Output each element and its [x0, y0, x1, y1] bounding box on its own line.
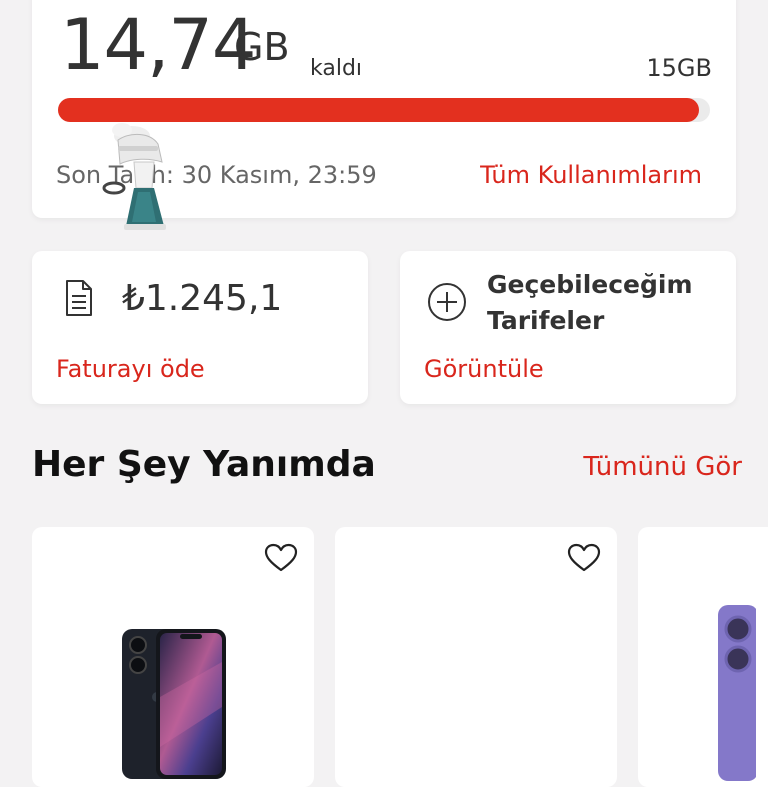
section-title: Her Şey Yanımda — [32, 444, 376, 485]
product-card[interactable] — [335, 527, 617, 787]
all-usages-link[interactable]: Tüm Kullanımlarım — [480, 163, 702, 187]
product-card[interactable] — [638, 527, 768, 787]
bill-amount: ₺1.245,1 — [122, 278, 283, 319]
remaining-label: kaldı — [310, 56, 363, 81]
heart-icon[interactable] — [567, 543, 601, 577]
heart-icon[interactable] — [264, 543, 298, 577]
view-tariffs-link[interactable]: Görüntüle — [424, 357, 544, 381]
see-all-link[interactable]: Tümünü Gör — [583, 454, 742, 480]
pay-bill-link[interactable]: Faturayı öde — [56, 357, 205, 381]
plus-circle-icon — [426, 281, 468, 327]
remaining-data-unit: GB — [234, 25, 290, 69]
garment-steamer-image — [100, 118, 180, 242]
total-data-quota: 15GB — [646, 54, 712, 82]
document-icon — [64, 279, 94, 321]
smartphone-image — [716, 603, 758, 787]
tariffs-title: Geçebileceğim Tarifeler — [487, 270, 693, 335]
remaining-data-amount: 14,74 — [60, 4, 256, 86]
product-card[interactable] — [32, 527, 314, 787]
smartphone-image — [120, 627, 230, 787]
bill-card[interactable]: ₺1.245,1 Faturayı öde — [32, 251, 368, 404]
tariffs-card[interactable]: Geçebileceğim Tarifeler Görüntüle — [400, 251, 736, 404]
